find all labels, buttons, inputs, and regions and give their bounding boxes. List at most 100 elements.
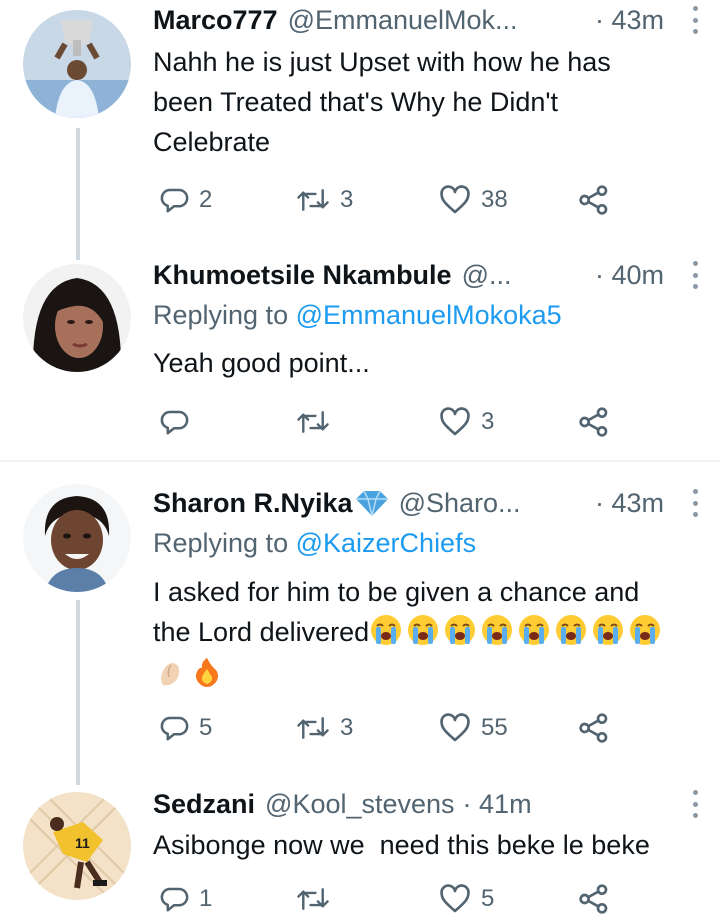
retweet-button[interactable]: 3 [296,708,353,748]
tweet-text-line: Nahh he is just Upset with how he has [153,47,611,77]
user-handle[interactable]: @... [462,260,512,291]
emoji-group [153,654,703,694]
tweet-text-segment: the Lord delivered [153,617,370,647]
retweet-count: 3 [340,714,354,741]
more-icon[interactable] [690,489,700,517]
fire-emoji [196,658,218,687]
retweet-button[interactable]: 3 [296,180,353,220]
timestamp[interactable]: · 43m [595,488,664,519]
loudly-crying-face-emoji [408,615,439,645]
retweet-button[interactable] [296,879,340,914]
share-icon [579,407,608,437]
like-icon [440,884,470,913]
user-handle[interactable]: @Kool_stevens [265,789,455,820]
reply-button[interactable] [159,402,199,442]
retweet-count: 3 [340,186,354,213]
share-icon [579,185,608,215]
avatar[interactable]: 11 [23,792,131,900]
loudly-crying-face-emoji [593,615,624,645]
retweet-icon [297,888,329,910]
user-handle[interactable]: @EmmanuelMok... [288,5,518,36]
tweet[interactable]: Khumoetsile Nkambule @... · 40m Replying… [0,252,720,457]
retweet-icon [297,189,329,211]
retweet-icon [297,411,329,433]
timestamp[interactable]: · 41m [463,789,532,820]
replying-mention-link[interactable]: @EmmanuelMokoka5 [296,300,562,330]
like-button[interactable]: 5 [439,879,494,914]
share-button[interactable] [578,402,610,442]
loudly-crying-face-emoji [556,615,587,645]
share-button[interactable] [578,180,610,220]
reply-count: 5 [199,714,213,741]
like-button[interactable]: 38 [439,180,508,220]
share-icon [579,884,608,914]
replying-to: Replying to @KaizerChiefs [153,528,476,559]
share-icon [579,713,608,743]
reply-icon [160,887,189,912]
retweet-button[interactable] [296,402,340,442]
tweet[interactable]: Marco777 @EmmanuelMok... · 43m Nahh he i… [0,0,720,250]
tweet-text-line: Celebrate [153,127,271,157]
tweet[interactable]: Sharon R.Nyika @Sharo... · 43m Replying … [0,482,720,762]
more-icon[interactable] [690,261,700,289]
replying-mention-link[interactable]: @KaizerChiefs [296,528,476,558]
tweet-text: Yeah good point... [153,343,703,383]
like-icon [440,185,470,214]
tweet-text-line: Asibonge now we need this beke le beke [153,830,650,860]
like-count: 38 [481,186,508,213]
share-button[interactable] [578,879,610,914]
retweet-icon [297,717,329,739]
verified-icon [355,490,388,517]
emoji-group [369,615,665,647]
avatar[interactable] [23,10,131,118]
reply-count: 1 [199,885,213,912]
avatar[interactable] [23,264,131,372]
replying-prefix: Replying to [153,300,289,330]
like-count: 3 [481,408,495,435]
more-icon[interactable] [690,790,700,818]
replying-prefix: Replying to [153,528,289,558]
like-button[interactable]: 3 [439,402,494,442]
user-handle[interactable]: @Sharo... [399,488,521,519]
reply-count: 2 [199,186,213,213]
loudly-crying-face-emoji [630,615,661,645]
timestamp[interactable]: · 40m [595,260,664,291]
reply-icon [160,410,189,435]
replying-to: Replying to @EmmanuelMokoka5 [153,300,562,331]
reply-button[interactable]: 1 [159,879,212,914]
loudly-crying-face-emoji [371,615,402,645]
like-count: 5 [481,885,495,912]
tweet-actions: 2 3 38 [153,180,633,220]
pinching-hand-emoji [161,663,179,686]
like-icon [440,713,470,742]
more-icon[interactable] [690,6,700,34]
tweet-actions: 5 3 55 [153,708,633,748]
tweet-text-line: Yeah good point... [153,348,370,378]
tweet-text: I asked for him to be given a chance and… [153,572,703,694]
reply-button[interactable]: 2 [159,180,212,220]
like-count: 55 [481,714,508,741]
tweet[interactable]: 11 Sedzani @Kool_stevens · 41m Asibonge … [0,782,720,914]
reply-icon [160,188,189,213]
reply-button[interactable]: 5 [159,708,212,748]
timestamp[interactable]: · 43m [595,5,664,36]
like-icon [440,407,470,436]
display-name[interactable]: Marco777 [153,5,278,36]
svg-text:11: 11 [75,835,90,851]
display-name[interactable]: Sedzani [153,789,255,820]
display-name[interactable]: Sharon R.Nyika [153,488,353,519]
tweet-text-line: been Treated that's Why he Didn't [153,87,559,117]
like-button[interactable]: 55 [439,708,508,748]
display-name[interactable]: Khumoetsile Nkambule [153,260,452,291]
loudly-crying-face-emoji [482,615,513,645]
tweet-divider [0,460,720,462]
reply-icon [160,716,189,741]
tweet-actions: 3 [153,402,633,442]
loudly-crying-face-emoji [445,615,476,645]
share-button[interactable] [578,708,610,748]
loudly-crying-face-emoji [519,615,550,645]
tweet-text: Asibonge now we need this beke le beke [153,825,703,865]
tweet-actions: 1 5 [153,879,633,914]
avatar[interactable] [23,484,131,592]
tweet-text-line: I asked for him to be given a chance and [153,577,640,607]
